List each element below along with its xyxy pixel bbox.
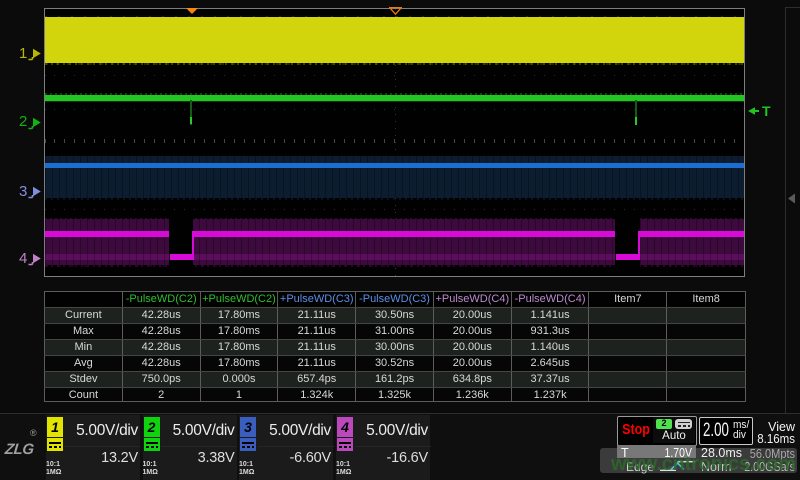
svg-text:T: T <box>762 104 771 118</box>
